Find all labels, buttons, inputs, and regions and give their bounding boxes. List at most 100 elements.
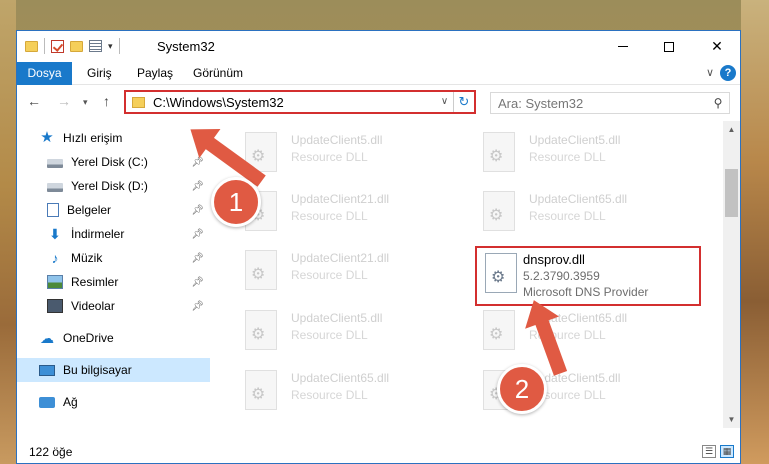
properties-icon[interactable] bbox=[89, 40, 102, 52]
pin-icon[interactable]: 📌︎ bbox=[191, 253, 204, 264]
file-item-highlighted[interactable]: ⚙ dnsprov.dll 5.2.3790.3959 Microsoft DN… bbox=[475, 246, 701, 306]
new-folder-icon[interactable] bbox=[70, 40, 83, 52]
sidebar-item-label: Hızlı erişim bbox=[63, 131, 123, 145]
file-description: Resource DLL bbox=[291, 328, 368, 342]
sidebar-item-label: Müzik bbox=[71, 251, 103, 265]
file-item[interactable]: ⚙ UpdateClient5.dll Resource DLL bbox=[235, 125, 465, 179]
file-item[interactable]: ⚙ UpdateClient65.dll Resource DLL bbox=[473, 303, 703, 357]
file-name: UpdateClient21.dll bbox=[291, 251, 390, 265]
tab-share[interactable]: Paylaş bbox=[137, 62, 173, 85]
dll-file-icon: ⚙ bbox=[245, 310, 277, 350]
step-badge-2: 2 bbox=[497, 364, 547, 414]
item-count: 122 öğe bbox=[29, 445, 73, 459]
dll-file-icon: ⚙ bbox=[483, 132, 515, 172]
sidebar-item-label: Ağ bbox=[63, 395, 78, 409]
help-icon[interactable]: ? bbox=[720, 65, 736, 81]
file-item[interactable]: ⚙ UpdateClient21.dll Resource DLL bbox=[235, 184, 465, 238]
scroll-down-arrow-icon[interactable]: ▼ bbox=[723, 411, 740, 428]
up-arrow-icon[interactable]: ↑ bbox=[103, 93, 110, 109]
drive-icon bbox=[47, 183, 63, 192]
dll-file-icon: ⚙ bbox=[483, 310, 515, 350]
file-description: Resource DLL bbox=[529, 150, 606, 164]
sidebar-item-label: Bu bilgisayar bbox=[63, 363, 132, 377]
sidebar-item-this-pc[interactable]: Bu bilgisayar bbox=[17, 358, 210, 382]
desktop-background-right bbox=[741, 0, 769, 464]
search-input[interactable] bbox=[498, 95, 707, 111]
file-description: Resource DLL bbox=[291, 388, 368, 402]
file-name: UpdateClient65.dll bbox=[291, 371, 390, 385]
recent-locations-chevron-icon[interactable]: ▾ bbox=[83, 97, 88, 108]
dll-file-icon: ⚙ bbox=[245, 370, 277, 410]
tab-file[interactable]: Dosya bbox=[17, 62, 72, 85]
close-button[interactable]: ✕ bbox=[694, 31, 740, 62]
folder-icon bbox=[25, 40, 38, 52]
navigation-bar: ← → ▾ ↑ C:\Windows\System32 ∨ ↻ ⚲ bbox=[17, 87, 740, 119]
file-description: Resource DLL bbox=[291, 150, 368, 164]
sidebar-item-videos[interactable]: Videolar 📌︎ bbox=[17, 294, 210, 318]
ribbon: Dosya Giriş Paylaş Görünüm ∨ ? bbox=[17, 62, 740, 85]
sidebar-item-label: Resimler bbox=[71, 275, 119, 289]
file-name: UpdateClient65.dll bbox=[529, 192, 628, 206]
vertical-scrollbar[interactable]: ▲ ▼ bbox=[723, 121, 740, 428]
pin-icon[interactable]: 📌︎ bbox=[191, 277, 204, 288]
file-name: UpdateClient5.dll bbox=[291, 133, 383, 147]
file-name: UpdateClient5.dll bbox=[291, 311, 383, 325]
scrollbar-thumb[interactable] bbox=[725, 169, 738, 217]
expand-ribbon-chevron-icon[interactable]: ∨ bbox=[706, 66, 714, 79]
large-icons-view-icon[interactable]: ▦ bbox=[720, 445, 734, 458]
minimize-icon bbox=[618, 46, 628, 47]
file-list: ⚙ UpdateClient5.dll Resource DLL ⚙ Updat… bbox=[225, 121, 721, 426]
cloud-icon: ☁ bbox=[40, 330, 54, 346]
sidebar-item-local-disk-c[interactable]: Yerel Disk (C:) 📌︎ bbox=[17, 150, 210, 174]
search-box[interactable]: ⚲ bbox=[490, 92, 730, 114]
sidebar-item-music[interactable]: ♪ Müzik 📌︎ bbox=[17, 246, 210, 270]
pin-icon[interactable]: 📌︎ bbox=[191, 181, 204, 192]
file-item[interactable]: ⚙ UpdateClient5.dll Resource DLL bbox=[235, 303, 465, 357]
sidebar-item-onedrive[interactable]: ☁ OneDrive bbox=[17, 326, 210, 350]
tab-view[interactable]: Görünüm bbox=[193, 62, 243, 85]
sidebar-item-pictures[interactable]: Resimler 📌︎ bbox=[17, 270, 210, 294]
forward-arrow-icon[interactable]: → bbox=[57, 93, 71, 109]
step-badge-1: 1 bbox=[211, 177, 261, 227]
scroll-up-arrow-icon[interactable]: ▲ bbox=[723, 121, 740, 138]
file-item[interactable]: ⚙ UpdateClient5.dll Resource DLL bbox=[473, 125, 703, 179]
documents-icon bbox=[47, 203, 59, 217]
pin-icon[interactable]: 📌︎ bbox=[191, 157, 204, 168]
sidebar-item-network[interactable]: Ağ bbox=[17, 390, 210, 414]
properties-check-icon[interactable] bbox=[51, 39, 64, 53]
dll-file-icon: ⚙ bbox=[245, 250, 277, 290]
file-name: UpdateClient21.dll bbox=[291, 192, 390, 206]
address-path[interactable]: C:\Windows\System32 bbox=[153, 95, 436, 110]
sidebar-item-documents[interactable]: Belgeler 📌︎ bbox=[17, 198, 210, 222]
customize-toolbar-chevron-icon[interactable]: ▾ bbox=[108, 41, 113, 52]
minimize-button[interactable] bbox=[600, 31, 646, 62]
maximize-button[interactable] bbox=[646, 31, 692, 62]
file-description: Resource DLL bbox=[291, 268, 368, 282]
dll-file-icon: ⚙ bbox=[485, 253, 517, 293]
sidebar-item-quick-access[interactable]: ★ Hızlı erişim bbox=[17, 126, 210, 150]
music-icon: ♪ bbox=[51, 250, 59, 266]
address-bar[interactable]: C:\Windows\System32 ∨ ↻ bbox=[124, 90, 476, 114]
pin-icon[interactable]: 📌︎ bbox=[191, 229, 204, 240]
file-item[interactable]: ⚙ UpdateClient65.dll Resource DLL bbox=[235, 363, 465, 417]
sidebar-item-label: İndirmeler bbox=[71, 227, 125, 241]
sidebar-item-label: Yerel Disk (C:) bbox=[71, 155, 148, 169]
pin-icon[interactable]: 📌︎ bbox=[191, 301, 204, 312]
close-icon: ✕ bbox=[711, 38, 723, 54]
pin-icon[interactable]: 📌︎ bbox=[191, 205, 204, 216]
sidebar-item-local-disk-d[interactable]: Yerel Disk (D:) 📌︎ bbox=[17, 174, 210, 198]
file-item[interactable]: ⚙ UpdateClient65.dll Resource DLL bbox=[473, 184, 703, 238]
refresh-icon[interactable]: ↻ bbox=[454, 94, 474, 110]
search-icon[interactable]: ⚲ bbox=[707, 96, 729, 110]
window-title: System32 bbox=[157, 39, 215, 54]
computer-icon bbox=[39, 364, 55, 376]
address-dropdown-chevron-icon[interactable]: ∨ bbox=[436, 92, 454, 112]
file-name: UpdateClient5.dll bbox=[529, 133, 621, 147]
back-arrow-icon[interactable]: ← bbox=[27, 93, 41, 109]
sidebar-item-label: Videolar bbox=[71, 299, 115, 313]
file-item[interactable]: ⚙ UpdateClient21.dll Resource DLL bbox=[235, 243, 465, 297]
view-switcher: ☰ ▦ bbox=[702, 445, 734, 458]
sidebar-item-downloads[interactable]: ⬇ İndirmeler 📌︎ bbox=[17, 222, 210, 246]
tab-home[interactable]: Giriş bbox=[87, 62, 112, 85]
details-view-icon[interactable]: ☰ bbox=[702, 445, 716, 458]
